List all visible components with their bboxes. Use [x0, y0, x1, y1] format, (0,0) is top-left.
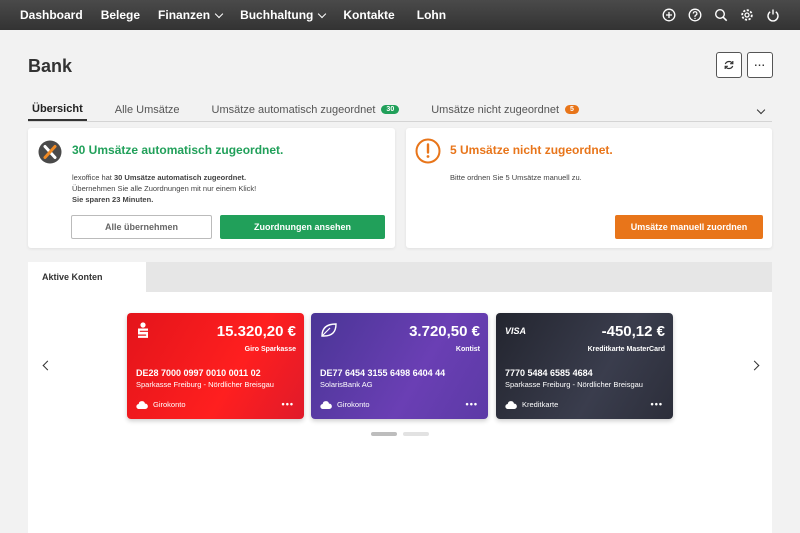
main-nav: Dashboard Belege Finanzen Buchhaltung Ko… — [20, 8, 446, 22]
nav-lohn[interactable]: Lohn — [417, 8, 446, 22]
visa-logo-icon: VISA — [505, 326, 527, 336]
carousel-page-indicator-active[interactable] — [371, 432, 397, 436]
sparkasse-logo-icon — [138, 322, 148, 338]
nav-buchhaltung[interactable]: Buchhaltung — [240, 8, 327, 22]
power-icon[interactable] — [766, 8, 780, 22]
nav-label: Belege — [100, 8, 141, 22]
nav-finanzen[interactable]: Finanzen — [158, 8, 224, 22]
account-iban: DE77 6454 3155 6498 6404 44 — [320, 368, 446, 378]
assign-manually-button[interactable]: Umsätze manuell zuordnen — [615, 215, 763, 239]
auto-assigned-card: 30 Umsätze automatisch zugeordnet. lexof… — [28, 128, 395, 248]
account-type: Girokonto — [136, 400, 186, 409]
auto-card-title: 30 Umsätze automatisch zugeordnet. — [72, 143, 284, 157]
refresh-button[interactable] — [716, 52, 742, 78]
nav-label: Dashboard — [20, 8, 83, 22]
text-line: Übernehmen Sie alle Zuordnungen mit nur … — [72, 184, 257, 193]
more-icon: ... — [754, 57, 766, 69]
nav-belege[interactable]: Belege — [101, 8, 140, 22]
tab-uebersicht[interactable]: Übersicht — [28, 98, 87, 121]
tab-label: Alle Umsätze — [114, 103, 180, 116]
top-icons — [662, 8, 780, 22]
nav-label: Finanzen — [158, 8, 211, 22]
account-bank: SolarisBank AG — [320, 380, 373, 389]
count-badge: 5 — [565, 105, 579, 114]
savings-text: Sie sparen 23 Minuten. — [72, 195, 154, 204]
cloud-icon — [320, 400, 332, 409]
more-options-button[interactable]: ... — [747, 52, 773, 78]
help-icon[interactable] — [688, 8, 702, 22]
nav-label: Kontakte — [343, 8, 395, 22]
account-balance: 15.320,20 € — [216, 323, 296, 340]
warning-icon — [415, 138, 441, 164]
account-iban: DE28 7000 0997 0010 0011 02 — [136, 368, 261, 378]
account-card[interactable]: VISA -450,12 € Kreditkarte MasterCard 77… — [496, 313, 673, 419]
carousel-next-button[interactable] — [749, 360, 760, 371]
accept-all-button[interactable]: Alle übernehmen — [71, 215, 212, 239]
account-more-button[interactable]: ••• — [466, 399, 478, 409]
nav-label: Lohn — [416, 8, 447, 22]
lexoffice-logo-icon — [38, 140, 62, 164]
account-type-label: Kreditkarte — [522, 400, 559, 409]
text-prefix: lexoffice hat — [72, 173, 114, 182]
view-assignments-button[interactable]: Zuordnungen ansehen — [220, 215, 385, 239]
tab-label: Übersicht — [32, 102, 83, 115]
account-more-button[interactable]: ••• — [282, 399, 294, 409]
account-card[interactable]: 15.320,20 € Giro Sparkasse DE28 7000 099… — [127, 313, 304, 419]
account-name: Kontist — [455, 346, 480, 353]
account-balance: -450,12 € — [601, 323, 665, 340]
tab-bar: Übersicht Alle Umsätze Umsätze automatis… — [28, 98, 772, 122]
gear-icon[interactable] — [740, 8, 754, 22]
refresh-icon — [724, 60, 734, 70]
unassigned-card-text: Bitte ordnen Sie 5 Umsätze manuell zu. — [450, 173, 582, 182]
account-bank: Sparkasse Freiburg - Nördlicher Breisgau — [505, 380, 643, 389]
cloud-icon — [136, 400, 148, 409]
account-card[interactable]: 3.720,50 € Kontist DE77 6454 3155 6498 6… — [311, 313, 488, 419]
chevron-down-icon — [756, 105, 766, 115]
accounts-panel: Aktive Konten 15.320,20 € Giro Sparkasse… — [28, 262, 772, 533]
account-name: Kreditkarte MasterCard — [587, 346, 665, 353]
carousel-page-indicator[interactable] — [403, 432, 429, 436]
unassigned-card: 5 Umsätze nicht zugeordnet. Bitte ordnen… — [406, 128, 772, 248]
account-name: Giro Sparkasse — [244, 346, 296, 353]
auto-card-text: lexoffice hat 30 Umsätze automatisch zug… — [72, 172, 256, 205]
account-balance: 3.720,50 € — [409, 323, 480, 340]
account-bank: Sparkasse Freiburg - Nördlicher Breisgau — [136, 380, 274, 389]
count-badge: 30 — [381, 105, 400, 114]
plus-circle-icon[interactable] — [662, 8, 676, 22]
nav-dashboard[interactable]: Dashboard — [20, 8, 83, 22]
account-type: Girokonto — [320, 400, 370, 409]
tabs-expand-button[interactable] — [756, 100, 766, 118]
account-type-label: Girokonto — [337, 400, 370, 409]
top-navigation-bar: Dashboard Belege Finanzen Buchhaltung Ko… — [0, 0, 800, 30]
tab-label: Umsätze automatisch zugeordnet — [211, 103, 376, 116]
accounts-tabbar: Aktive Konten — [28, 262, 772, 292]
account-type: Kreditkarte — [505, 400, 558, 409]
tab-aktive-konten[interactable]: Aktive Konten — [28, 262, 146, 292]
account-type-label: Girokonto — [153, 400, 186, 409]
tab-alle-umsaetze[interactable]: Alle Umsätze — [111, 98, 184, 121]
tab-label: Umsätze nicht zugeordnet — [431, 103, 560, 116]
account-more-button[interactable]: ••• — [651, 399, 663, 409]
unassigned-card-title: 5 Umsätze nicht zugeordnet. — [450, 143, 613, 157]
text-bold: 30 Umsätze automatisch zugeordnet. — [113, 173, 247, 182]
chevron-down-icon — [318, 9, 327, 18]
nav-label: Buchhaltung — [240, 8, 314, 22]
nav-kontakte[interactable]: Kontakte — [343, 8, 394, 22]
cloud-icon — [505, 400, 517, 409]
search-icon[interactable] — [714, 8, 728, 22]
carousel-prev-button[interactable] — [42, 360, 53, 371]
chevron-down-icon — [214, 9, 224, 18]
account-iban: 7770 5484 6585 4684 — [505, 368, 593, 378]
tab-nicht-zugeordnet[interactable]: Umsätze nicht zugeordnet 5 — [427, 98, 583, 121]
page-title: Bank — [28, 56, 73, 76]
leaf-logo-icon — [321, 323, 337, 337]
tab-automatisch-zugeordnet[interactable]: Umsätze automatisch zugeordnet 30 — [208, 98, 404, 121]
